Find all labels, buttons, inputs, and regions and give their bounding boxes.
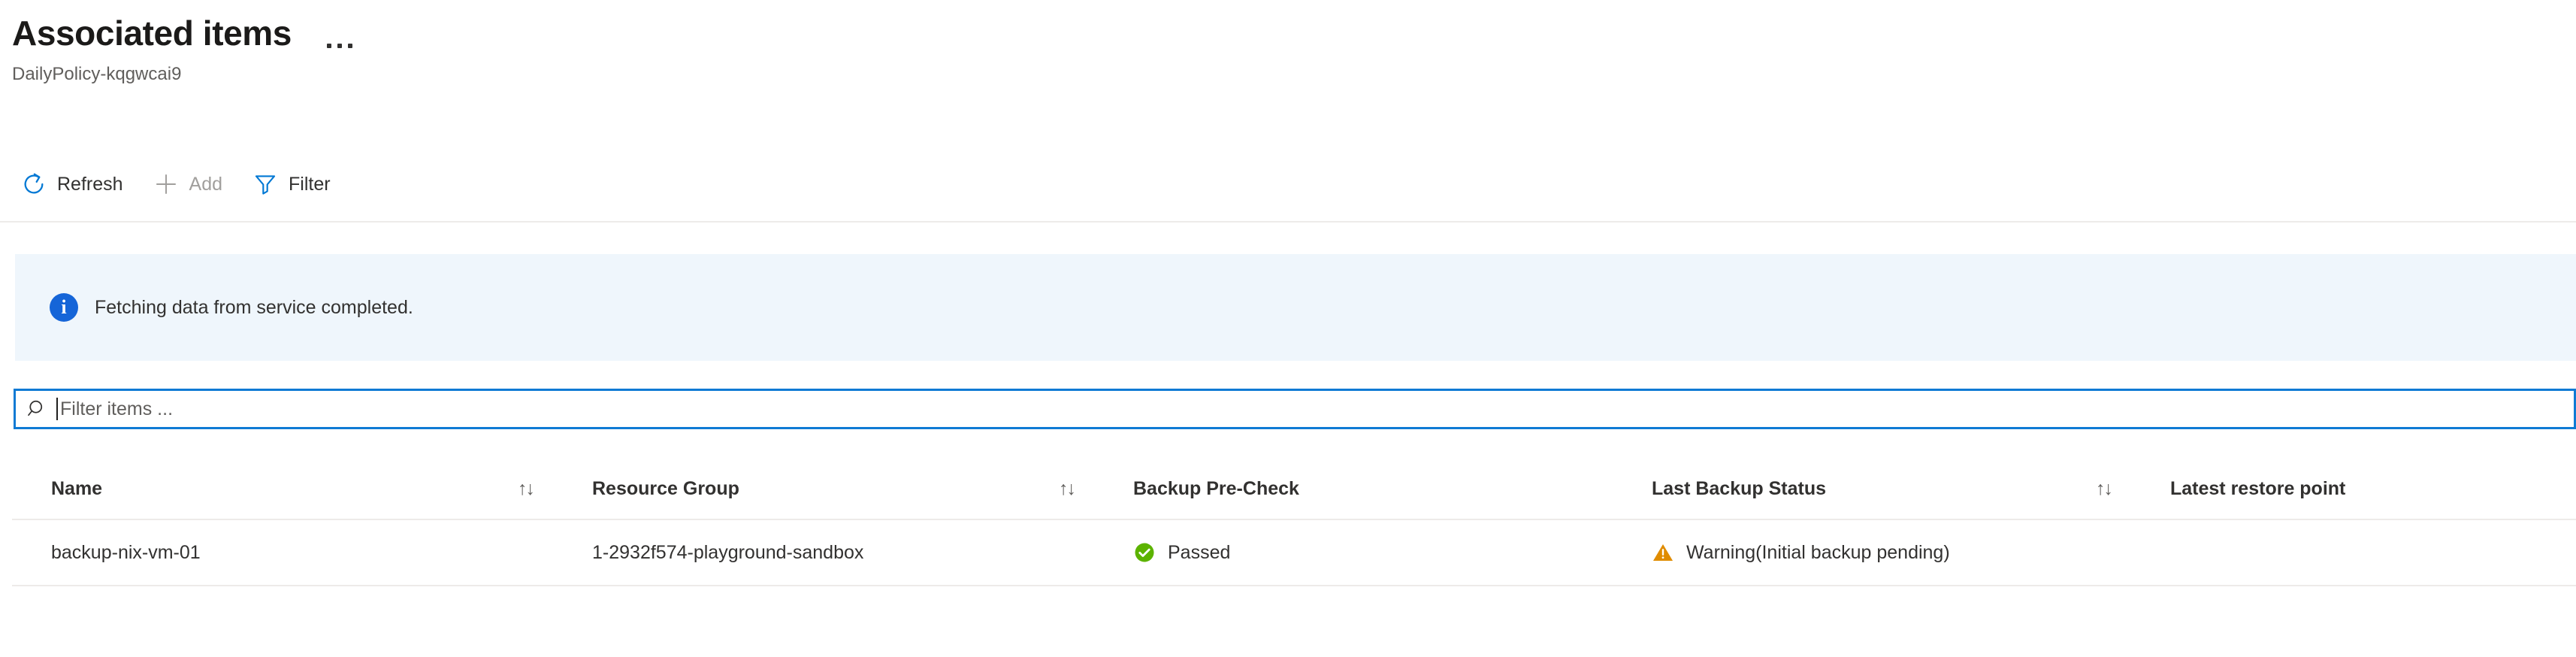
column-header-label: Name [51,477,103,499]
associated-items-grid: Name ↑↓ Resource Group ↑↓ Backup Pre-Che… [12,459,2576,586]
ellipsis-dot [326,44,331,48]
search-icon [26,398,49,420]
column-header-label: Last Backup Status [1652,477,1827,499]
last-backup-status: Warning(Initial backup pending) [1686,541,1950,563]
title-row: Associated items [0,0,2576,59]
backup-pre-check-status: Passed [1168,541,1231,563]
cell-name[interactable]: backup-nix-vm-01 [12,520,553,585]
filter-button-label: Filter [289,173,331,195]
plus-icon [153,171,179,197]
table-row[interactable]: backup-nix-vm-01 1-2932f574-playground-s… [12,520,2576,586]
page-subtitle: DailyPolicy-kqgwcai9 [12,64,182,84]
filter-button[interactable]: Filter [245,161,343,207]
cell-last-backup-status: Warning(Initial backup pending) [1613,520,2131,585]
text-caret [56,398,58,420]
ellipsis-dot [347,44,352,48]
command-bar: Refresh Add Filter [0,147,2576,223]
funnel-icon [252,171,278,197]
add-button-label: Add [189,173,223,195]
associated-items-blade: Associated items DailyPolicy-kqgwcai9 Re… [0,0,2576,657]
add-button: Add [146,161,234,207]
refresh-button[interactable]: Refresh [14,161,135,207]
filter-items-input[interactable]: Filter items ... [14,389,2576,429]
sort-arrows-icon[interactable]: ↑↓ [2096,478,2113,500]
blade-header: Associated items DailyPolicy-kqgwcai9 [0,0,2576,86]
column-header-label: Backup Pre-Check [1133,477,1299,499]
column-header-name[interactable]: Name ↑↓ [12,459,553,519]
check-circle-icon [1133,541,1156,564]
item-name: backup-nix-vm-01 [51,541,201,563]
status-banner: i Fetching data from service completed. [15,254,2576,361]
ellipsis-dot [337,44,342,48]
column-header-last-backup-status[interactable]: Last Backup Status ↑↓ [1613,459,2131,519]
column-header-latest-restore-point[interactable]: Latest restore point [2131,459,2552,519]
column-header-backup-pre-check[interactable]: Backup Pre-Check [1094,459,1613,519]
column-header-label: Latest restore point [2170,477,2346,499]
filter-items-placeholder: Filter items ... [60,398,174,419]
more-menu-icon[interactable] [319,33,361,59]
item-resource-group: 1-2932f574-playground-sandbox [592,541,864,563]
status-banner-message: Fetching data from service completed. [95,296,413,318]
warning-triangle-icon [1652,541,1674,564]
refresh-button-label: Refresh [57,173,123,195]
cell-latest-restore-point [2131,520,2552,585]
column-header-resource-group[interactable]: Resource Group ↑↓ [553,459,1094,519]
info-icon: i [50,293,78,322]
sort-arrows-icon[interactable]: ↑↓ [518,478,535,500]
sort-arrows-icon[interactable]: ↑↓ [1059,478,1076,500]
grid-header-row: Name ↑↓ Resource Group ↑↓ Backup Pre-Che… [12,459,2576,520]
column-header-label: Resource Group [592,477,739,499]
cell-backup-pre-check: Passed [1094,520,1613,585]
cell-resource-group: 1-2932f574-playground-sandbox [553,520,1094,585]
page-title: Associated items [12,14,292,53]
refresh-icon [21,171,47,197]
